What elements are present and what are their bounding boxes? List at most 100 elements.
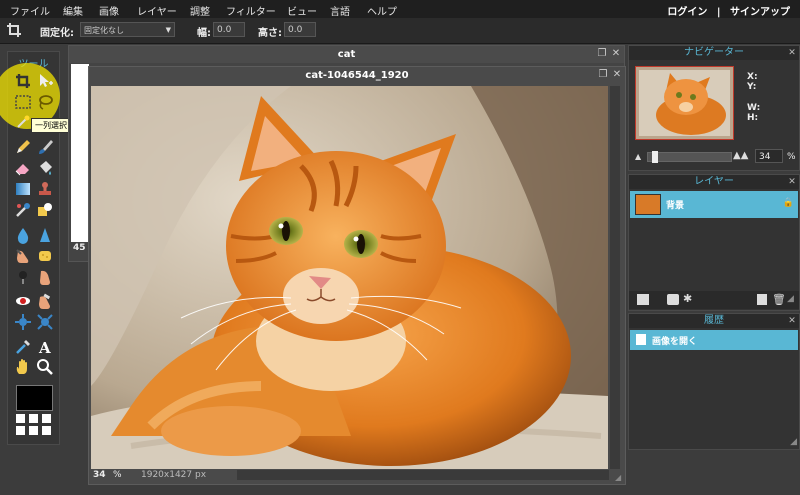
layer-style-icon[interactable]: ✱ xyxy=(683,292,692,305)
zoom-slider-thumb[interactable] xyxy=(651,151,658,163)
chevron-down-icon: ▼ xyxy=(165,26,171,34)
fixed-select-value: 固定化なし xyxy=(84,26,124,35)
smudge-tool[interactable] xyxy=(14,247,32,265)
layer-row[interactable]: 背景 🔒 xyxy=(630,191,798,218)
lock-icon: 🔒 xyxy=(782,198,794,208)
restore-icon[interactable]: ❐ xyxy=(597,69,609,81)
layers-panel: レイヤー ✕ 背景 🔒 ✱ 🗑 ◢ xyxy=(628,174,800,311)
eraser-tool[interactable] xyxy=(14,159,32,177)
layers-toolbar: ✱ 🗑 ◢ xyxy=(629,291,799,309)
menu-view[interactable]: ビュー xyxy=(287,3,317,18)
history-item-label: 画像を開く xyxy=(652,337,698,347)
layer-settings-icon[interactable] xyxy=(637,294,649,305)
close-icon[interactable]: ✕ xyxy=(787,176,797,188)
tools-panel: ツール A xyxy=(0,51,60,445)
brush-tool[interactable] xyxy=(36,138,54,156)
navigator-zoom-unit: % xyxy=(787,152,796,162)
zoom-unit: % xyxy=(113,470,122,480)
close-icon[interactable]: ✕ xyxy=(787,315,797,327)
zoom-slider[interactable] xyxy=(647,151,732,163)
image-size: 1920x1427 px xyxy=(141,470,207,480)
pencil-tool[interactable] xyxy=(14,138,32,156)
height-label: 高さ: xyxy=(258,28,282,39)
navigator-panel: ナビゲーター ✕ X: Y: W: H: ▲ ▲▲ 34 % xyxy=(628,45,800,171)
history-row[interactable]: 画像を開く xyxy=(630,330,798,350)
navigator-zoom-input[interactable]: 34 xyxy=(755,149,783,163)
navigator-title: ナビゲーター xyxy=(629,46,799,60)
sponge-tool[interactable] xyxy=(36,247,54,265)
zoom-tool[interactable] xyxy=(36,358,54,376)
height-input[interactable]: 0.0 xyxy=(284,22,316,37)
menu-filter[interactable]: フィルター xyxy=(226,3,276,18)
marquee-tool[interactable] xyxy=(14,93,32,111)
zoom-in-icon[interactable]: ▲▲ xyxy=(733,150,748,161)
layer-name: 背景 xyxy=(666,201,685,211)
nav-w-label: W: xyxy=(747,103,761,113)
new-layer-icon[interactable] xyxy=(757,294,767,305)
crop-tool[interactable] xyxy=(14,72,32,90)
menu-help[interactable]: ヘルプ xyxy=(367,3,397,18)
close-icon[interactable]: ✕ xyxy=(611,69,623,81)
history-title: 履歴 xyxy=(629,314,799,328)
burn-tool[interactable] xyxy=(14,268,32,286)
menu-image[interactable]: 画像 xyxy=(99,3,119,18)
zoom-out-icon[interactable]: ▲ xyxy=(635,152,641,161)
close-icon[interactable]: ✕ xyxy=(610,48,622,60)
menu-bar: ファイル 編集 画像 レイヤー 調整 フィルター ビュー 言語 ヘルプ ログイン… xyxy=(0,0,800,18)
menu-adjust[interactable]: 調整 xyxy=(190,3,210,18)
hand-tool[interactable] xyxy=(14,358,32,376)
draw-shape-tool[interactable] xyxy=(36,201,54,219)
auth-links: ログイン | サインアップ xyxy=(667,3,790,18)
menu-layer[interactable]: レイヤー xyxy=(137,3,177,18)
layer-mask-icon[interactable] xyxy=(667,294,679,305)
navigator-cat-thumb xyxy=(636,67,733,139)
vertical-scrollbar[interactable] xyxy=(610,86,620,469)
restore-icon[interactable]: ❐ xyxy=(596,48,608,60)
gradient-tool[interactable] xyxy=(14,180,32,198)
nav-h-label: H: xyxy=(747,113,759,123)
color-picker-tool[interactable] xyxy=(14,338,32,356)
resize-grip-icon[interactable]: ◢ xyxy=(787,294,794,304)
trash-icon[interactable]: 🗑 xyxy=(772,293,786,306)
cat-image xyxy=(91,86,608,469)
stamp-tool[interactable] xyxy=(36,180,54,198)
type-tool[interactable]: A xyxy=(36,338,54,356)
image-canvas[interactable] xyxy=(91,86,608,469)
close-icon[interactable]: ✕ xyxy=(787,47,797,59)
document-icon xyxy=(636,334,646,345)
resize-grip-icon[interactable]: ◢ xyxy=(615,474,623,482)
sharpen-tool[interactable] xyxy=(36,226,54,244)
nav-y-label: Y: xyxy=(747,82,757,92)
move-tool[interactable] xyxy=(36,72,54,90)
bloat-tool[interactable] xyxy=(14,313,32,331)
menu-language[interactable]: 言語 xyxy=(330,3,350,18)
signup-link[interactable]: サインアップ xyxy=(730,7,790,18)
fixed-label: 固定化: xyxy=(40,28,74,39)
document-window[interactable]: cat-1046544_1920 ❐ ✕ 34 % 1920x1427 px ◢ xyxy=(88,66,626,485)
color-swatch[interactable] xyxy=(16,385,53,411)
blur-tool[interactable] xyxy=(14,226,32,244)
login-link[interactable]: ログイン xyxy=(667,7,707,18)
horizontal-scrollbar[interactable] xyxy=(237,470,609,480)
menu-file[interactable]: ファイル xyxy=(10,3,50,18)
options-bar: 固定化: 固定化なし ▼ 幅: 0.0 高さ: 0.0 xyxy=(0,18,800,44)
grid-icon[interactable] xyxy=(16,414,52,436)
menu-edit[interactable]: 編集 xyxy=(63,3,83,18)
history-panel: 履歴 ✕ 画像を開く ◢ xyxy=(628,313,800,450)
back-canvas xyxy=(71,64,89,242)
navigator-thumbnail[interactable] xyxy=(635,66,734,140)
resize-grip-icon[interactable]: ◢ xyxy=(790,437,797,447)
lasso-tool[interactable] xyxy=(36,93,54,111)
zoom-value[interactable]: 34 xyxy=(93,470,106,480)
width-input[interactable]: 0.0 xyxy=(213,22,245,37)
svg-text:A: A xyxy=(38,339,51,356)
fixed-select[interactable]: 固定化なし ▼ xyxy=(80,22,175,37)
dodge-tool[interactable] xyxy=(36,268,54,286)
bucket-tool[interactable] xyxy=(36,159,54,177)
wand-tool[interactable] xyxy=(14,113,32,131)
pinch-tool[interactable] xyxy=(36,313,54,331)
red-eye-tool[interactable] xyxy=(14,292,32,310)
spot-heal-tool[interactable] xyxy=(36,292,54,310)
color-replace-tool[interactable] xyxy=(14,201,32,219)
nav-x-label: X: xyxy=(747,72,758,82)
